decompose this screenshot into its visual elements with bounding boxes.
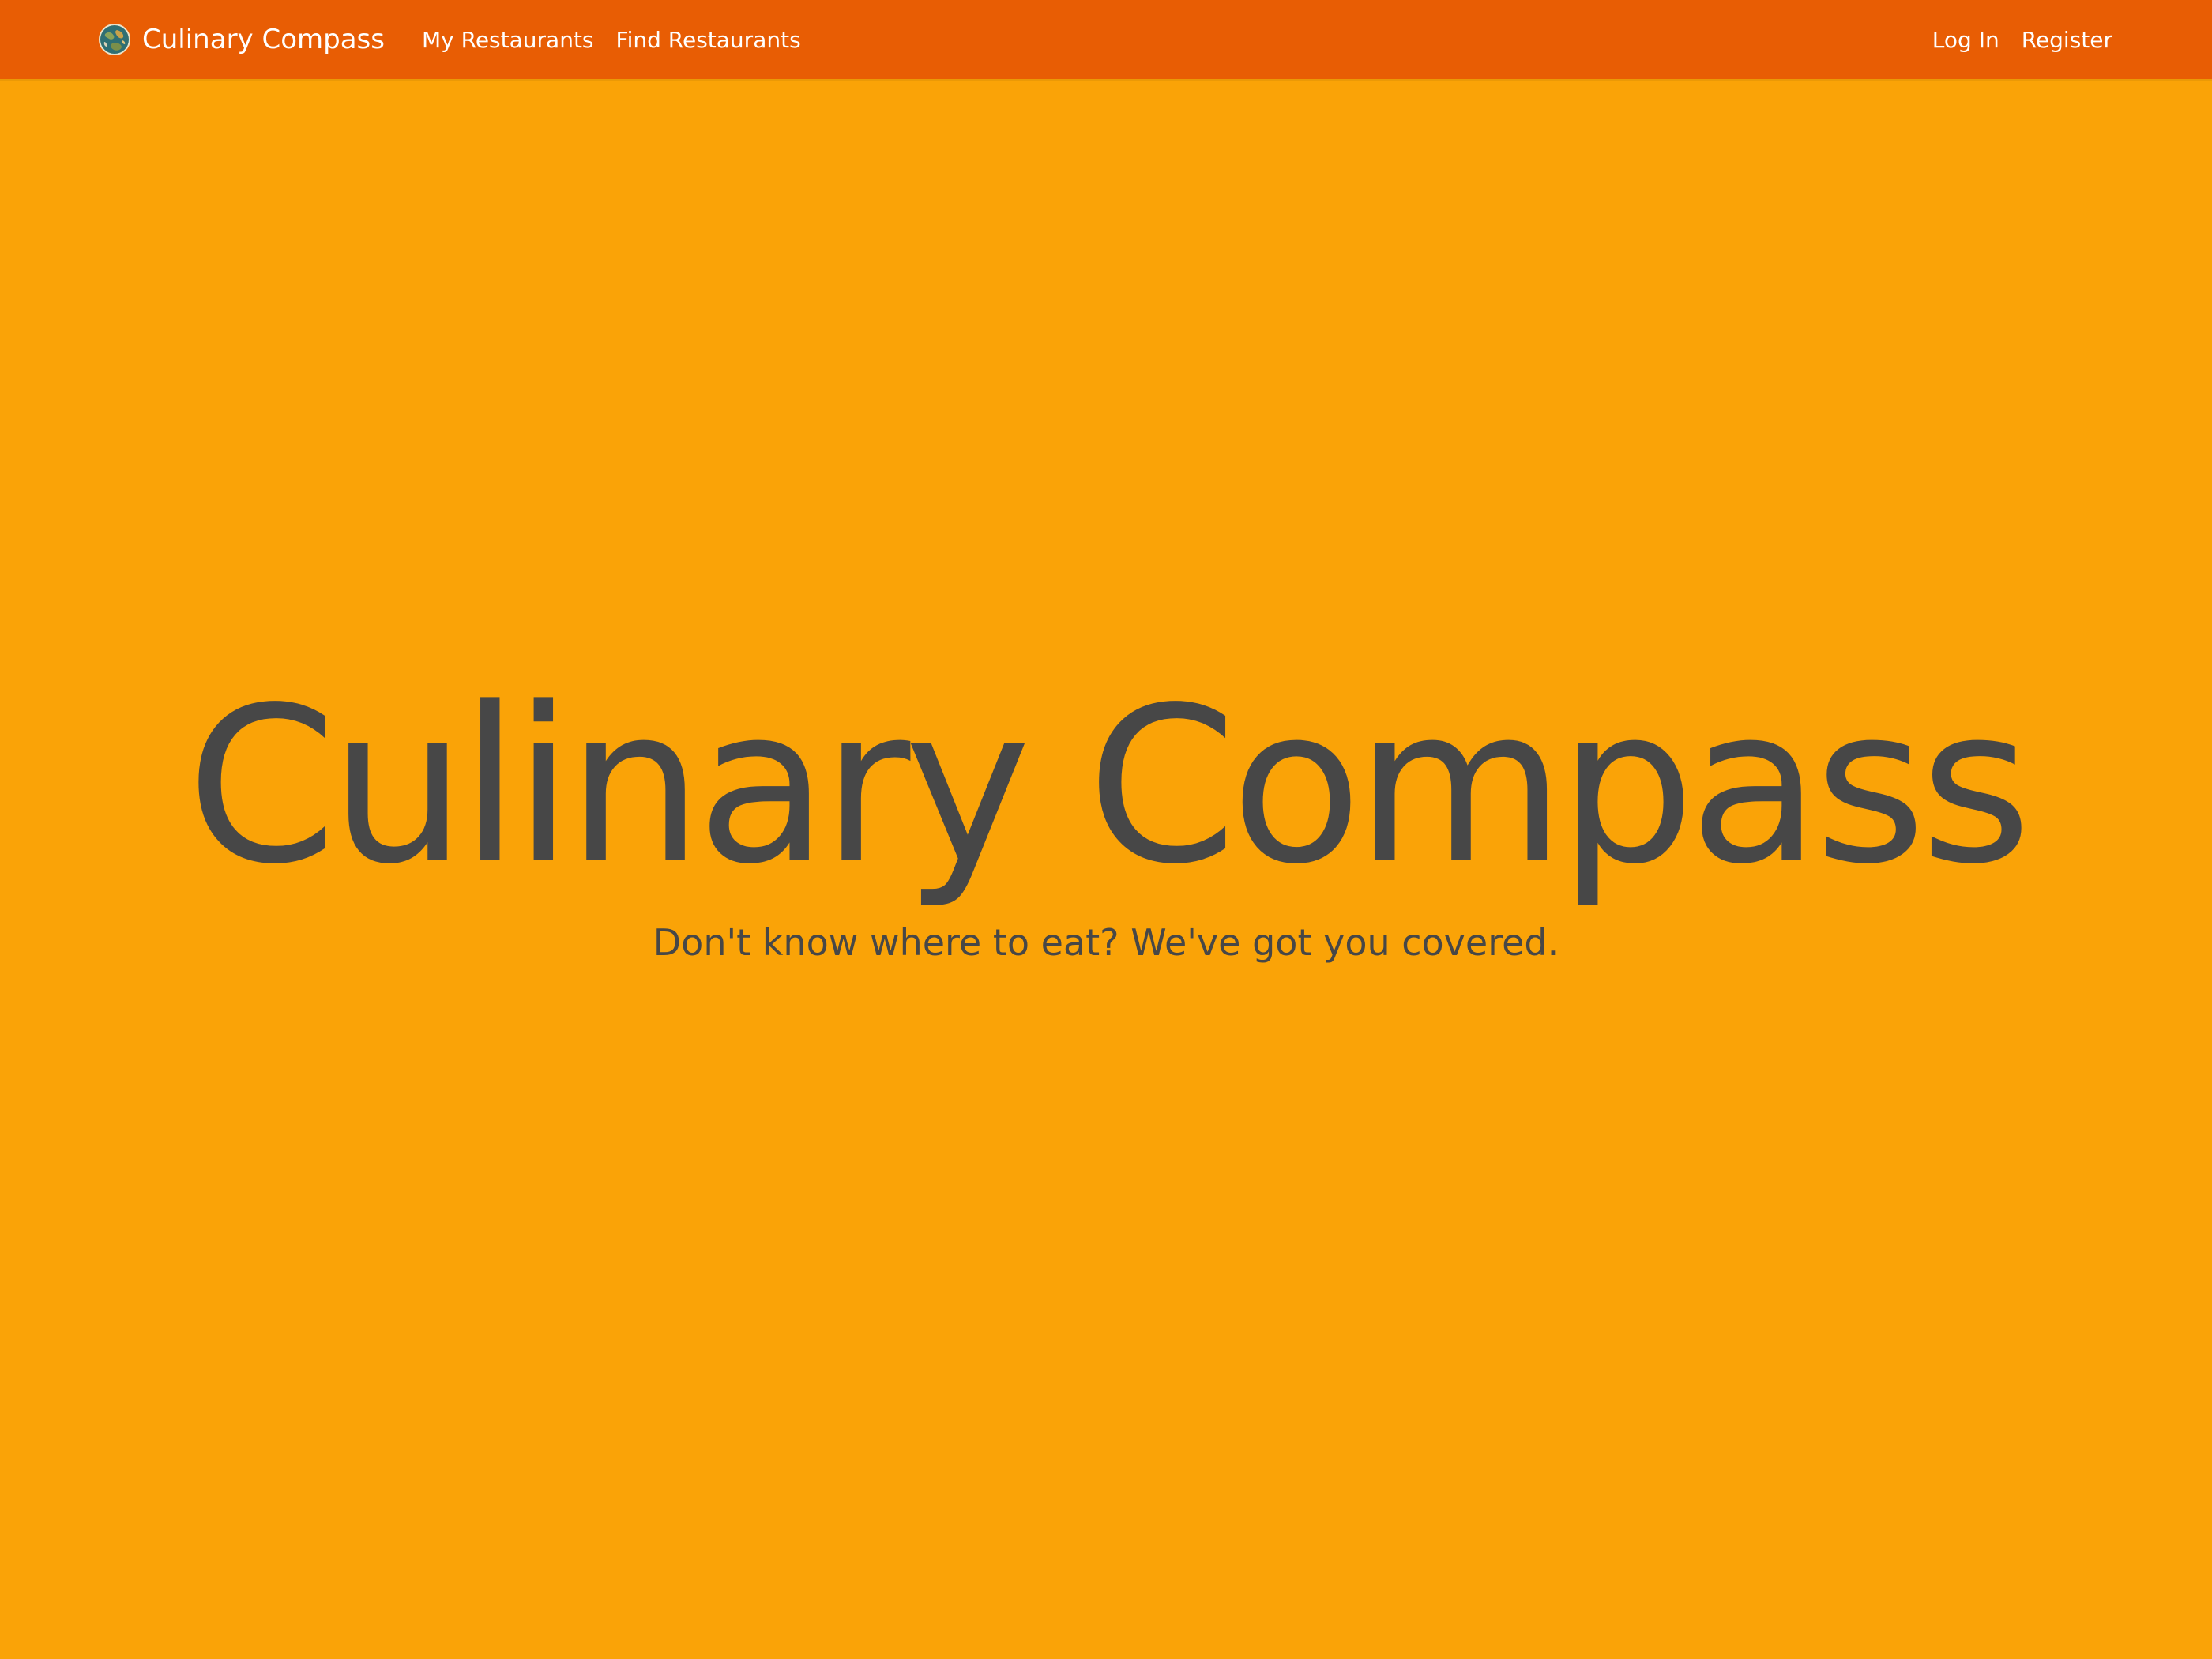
hero-section: Culinary Compass Don't know where to eat…: [0, 679, 2212, 963]
account-nav: Log In Register: [1932, 0, 2112, 79]
register-link[interactable]: Register: [2022, 27, 2112, 53]
navbar: Culinary Compass My Restaurants Find Res…: [0, 0, 2212, 79]
nav-link-my-restaurants[interactable]: My Restaurants: [422, 27, 594, 53]
nav-link-find-restaurants[interactable]: Find Restaurants: [616, 27, 801, 53]
brand-name: Culinary Compass: [142, 24, 385, 55]
login-link[interactable]: Log In: [1932, 27, 1999, 53]
primary-nav: My Restaurants Find Restaurants: [422, 0, 801, 79]
globe-logo-icon: [99, 24, 130, 55]
hero-subtitle: Don't know where to eat? We've got you c…: [653, 921, 1559, 964]
brand-home-link[interactable]: Culinary Compass: [98, 0, 385, 79]
hero-title: Culinary Compass: [186, 662, 2032, 912]
